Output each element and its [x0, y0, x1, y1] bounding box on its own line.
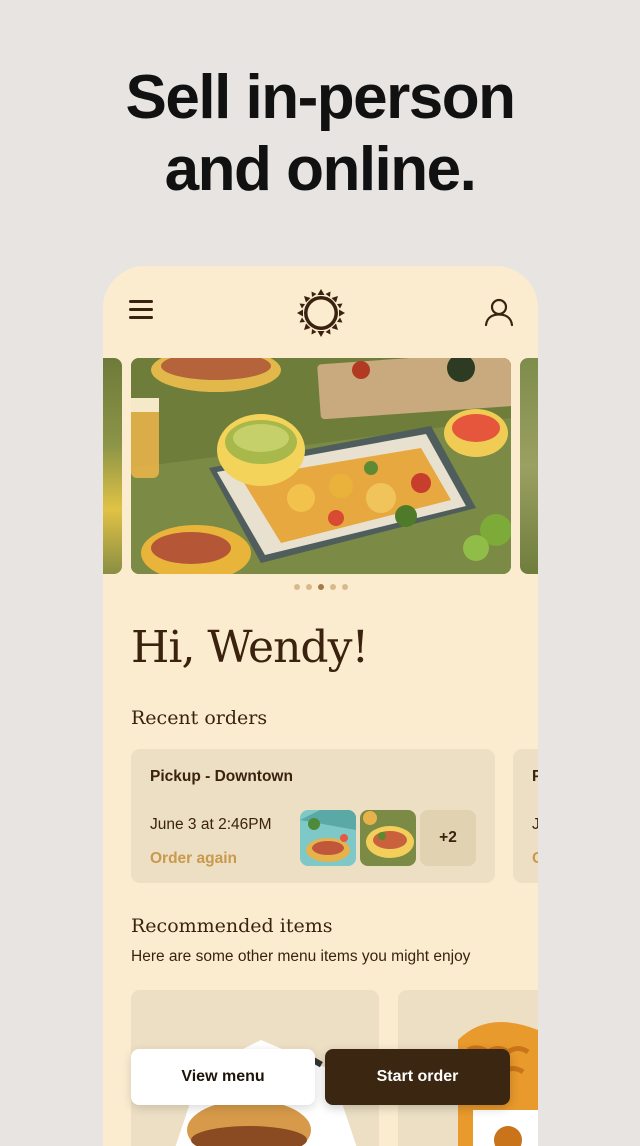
- view-menu-button[interactable]: View menu: [131, 1049, 315, 1105]
- carousel-pagination: [103, 584, 538, 592]
- carousel-dot-3[interactable]: [317, 584, 324, 590]
- recent-order-card[interactable]: Pickup - Downtown June 3 at 2:46PM Order…: [131, 749, 495, 883]
- order-item-thumbnail: [360, 810, 416, 866]
- user-icon[interactable]: [483, 296, 515, 328]
- nachos-photo: [131, 358, 511, 574]
- carousel-dot-2[interactable]: [305, 584, 312, 590]
- order-again-link[interactable]: Order again: [150, 850, 237, 868]
- hero-carousel[interactable]: [103, 358, 538, 576]
- carousel-dot-4[interactable]: [329, 584, 336, 590]
- promo-headline: Sell in-person and online.: [0, 62, 640, 206]
- start-order-button[interactable]: Start order: [325, 1049, 510, 1105]
- promo-headline-line2: and online.: [164, 135, 477, 204]
- carousel-slide-next[interactable]: [520, 358, 538, 574]
- order-location: Pickup - Downtown: [150, 768, 293, 785]
- order-more-items-badge: +2: [420, 810, 476, 866]
- recommended-items-title: Recommended items: [131, 915, 333, 937]
- carousel-slide-current[interactable]: [131, 358, 511, 574]
- sun-badge-logo[interactable]: [296, 288, 346, 338]
- carousel-dot-5[interactable]: [341, 584, 348, 590]
- carousel-dot-1[interactable]: [293, 584, 300, 590]
- promo-headline-line1: Sell in-person: [125, 63, 516, 132]
- recommended-items-subtitle: Here are some other menu items you might…: [131, 948, 471, 965]
- recent-orders-title: Recent orders: [131, 707, 268, 729]
- phone-app-screen: Hi, Wendy! Recent orders Pickup - Downto…: [103, 266, 538, 1146]
- order-date: J: [532, 816, 538, 833]
- order-location: P: [532, 768, 538, 785]
- order-date: June 3 at 2:46PM: [150, 816, 272, 833]
- recent-order-card-next[interactable]: P J O: [513, 749, 538, 883]
- order-again-link[interactable]: O: [532, 850, 538, 868]
- order-item-thumbnail: [300, 810, 356, 866]
- hamburger-menu-icon[interactable]: [129, 300, 157, 322]
- greeting-title: Hi, Wendy!: [131, 622, 369, 673]
- carousel-slide-previous[interactable]: [103, 358, 122, 574]
- app-header: [103, 266, 538, 358]
